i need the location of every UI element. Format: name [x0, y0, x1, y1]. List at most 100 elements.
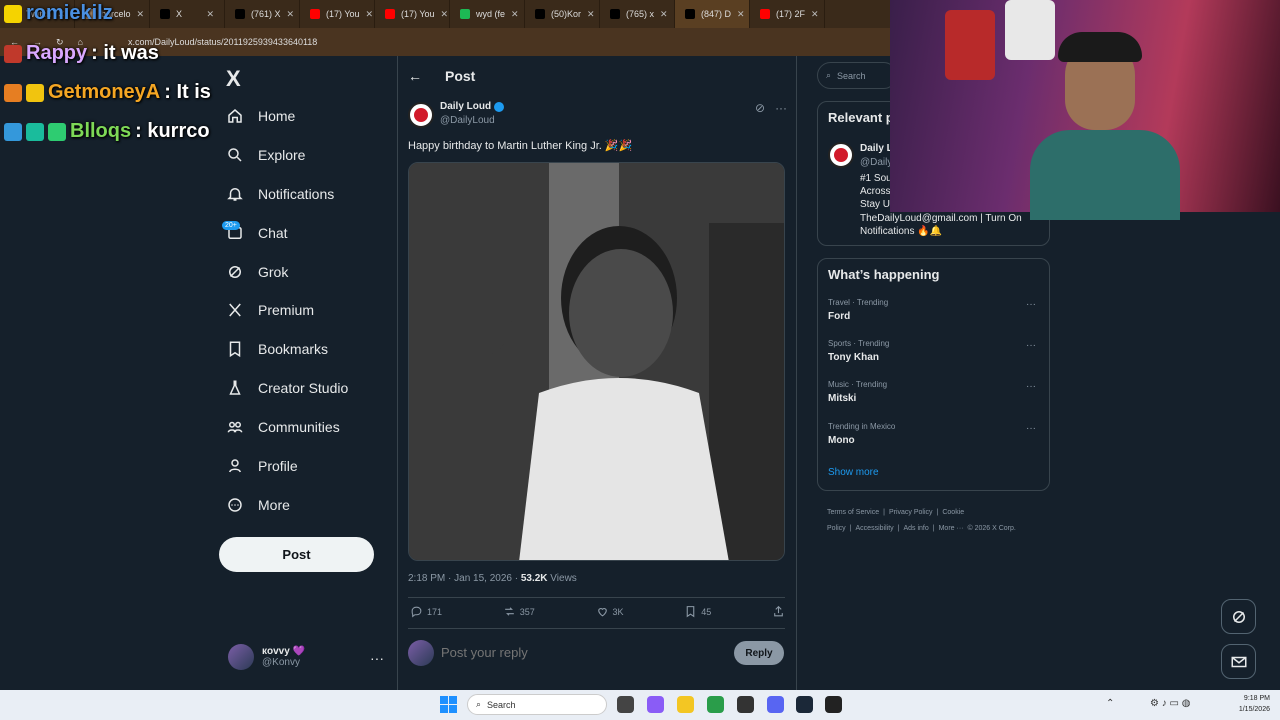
relevant-handle[interactable]: @Daily [860, 157, 892, 168]
repost-action[interactable]: 357 [503, 605, 535, 618]
steam-icon[interactable] [796, 696, 813, 713]
app-icon[interactable] [825, 696, 842, 713]
post-more-icon[interactable]: ··· [775, 101, 787, 115]
chat-badge-icon [48, 122, 66, 141]
share-action[interactable] [772, 605, 785, 618]
chat-message: GetmoneyA: It is [4, 81, 211, 104]
search-input[interactable]: ⌕ Search [817, 62, 897, 89]
verified-icon [494, 101, 505, 112]
bookmark-count: 45 [701, 606, 712, 617]
repost-count: 357 [519, 606, 535, 617]
chat-badge-icon [4, 122, 22, 141]
relevant-bio-2: Across [860, 186, 891, 197]
x-logo[interactable]: X [226, 66, 241, 92]
show-more-link[interactable]: Show more [828, 467, 879, 478]
tab-close-icon[interactable]: ✕ [660, 9, 668, 20]
task-view-icon[interactable] [617, 696, 634, 713]
browser-tab[interactable]: (17) You ✕ [300, 0, 375, 28]
tray-icons[interactable]: ⚙ ♪ ▭ ◍ [1150, 698, 1190, 709]
copilot-icon[interactable] [647, 696, 664, 713]
sidebar-item-grok[interactable]: Grok [226, 260, 288, 284]
back-arrow-icon[interactable]: ← [408, 68, 422, 84]
footer-link[interactable]: More ··· [939, 525, 964, 532]
file-explorer-icon[interactable] [677, 696, 694, 713]
tray-chevron-icon[interactable]: ⌃ [1106, 698, 1114, 709]
tab-close-icon[interactable]: ✕ [366, 9, 374, 20]
trend-name[interactable]: Mono [828, 435, 855, 446]
tab-close-icon[interactable]: ✕ [287, 9, 295, 20]
tab-close-icon[interactable]: ✕ [206, 9, 214, 20]
grok-float-button[interactable] [1221, 599, 1256, 634]
grok-icon[interactable]: ⊘ [755, 101, 765, 115]
browser-tab[interactable]: X ✕ [150, 0, 225, 28]
windows-start-icon[interactable] [440, 696, 457, 713]
footer-link[interactable]: Ads info [903, 525, 928, 532]
trend-more-icon[interactable]: ··· [1026, 340, 1036, 351]
browser-tab[interactable]: (761) X ✕ [225, 0, 300, 28]
chrome-icon[interactable] [707, 696, 724, 713]
like-action[interactable]: 3K [596, 605, 624, 618]
sidebar-item-premium[interactable]: Premium [226, 298, 314, 322]
reply-input[interactable] [441, 645, 721, 660]
browser-tab[interactable]: wyd (fe ✕ [450, 0, 525, 28]
sidebar-item-label: Notifications [258, 186, 335, 202]
browser-tab[interactable]: (765) x ✕ [600, 0, 675, 28]
trend-category[interactable]: Travel · Trending [828, 298, 888, 307]
reply-button[interactable]: Reply [734, 641, 784, 665]
browser-tab[interactable]: (17) You ✕ [375, 0, 450, 28]
tab-close-icon[interactable]: ✕ [511, 9, 519, 20]
trend-category[interactable]: Sports · Trending [828, 339, 889, 348]
trend-category[interactable]: Trending in Mexico [828, 422, 895, 431]
trend-more-icon[interactable]: ··· [1026, 423, 1036, 434]
sidebar-item-more[interactable]: More [226, 493, 290, 517]
taskbar-clock[interactable]: 9:18 PM 1/15/2026 [1226, 693, 1270, 715]
tab-favicon-icon [310, 9, 320, 19]
sidebar-item-explore[interactable]: Explore [226, 143, 305, 167]
discord-icon[interactable] [767, 696, 784, 713]
trend-name[interactable]: Tony Khan [828, 352, 879, 363]
footer-link[interactable]: Privacy Policy [889, 509, 933, 516]
footer-separator: | [897, 525, 900, 532]
trend-more-icon[interactable]: ··· [1026, 299, 1036, 310]
footer-link[interactable]: Terms of Service [827, 509, 879, 516]
footer-links: Terms of Service | Privacy Policy | Cookie P… [827, 505, 1047, 537]
trend-name[interactable]: Ford [828, 311, 850, 322]
footer-link[interactable]: © 2026 X Corp. [967, 525, 1015, 532]
tab-close-icon[interactable]: ✕ [441, 9, 449, 20]
sidebar-item-communities[interactable]: Communities [226, 415, 340, 439]
sidebar-item-notifications[interactable]: Notifications [226, 182, 334, 206]
sidebar-item-bookmarks[interactable]: Bookmarks [226, 337, 328, 361]
reply-action[interactable]: 171 [410, 605, 442, 618]
chat-text: : it was [91, 42, 159, 64]
post-image[interactable] [408, 162, 785, 561]
sidebar-post-button[interactable]: Post [219, 537, 374, 572]
relevant-avatar[interactable] [828, 142, 854, 168]
author-avatar[interactable] [408, 102, 434, 128]
browser-tab[interactable]: (847) D ✕ [675, 0, 750, 28]
trend-category[interactable]: Music · Trending [828, 380, 887, 389]
grok-icon [226, 263, 244, 281]
bookmark-action[interactable]: 45 [684, 605, 711, 618]
share-icon [774, 605, 783, 617]
account-switcher[interactable]: кovvy 💜 @Konvy [228, 644, 305, 670]
taskbar-search[interactable]: ⌕ Search [467, 694, 607, 715]
browser-tab[interactable]: (50)Kor ✕ [525, 0, 600, 28]
sidebar-item-home[interactable]: Home [226, 104, 295, 128]
author-handle[interactable]: @DailyLoud [440, 115, 495, 126]
tab-close-icon[interactable]: ✕ [811, 9, 819, 20]
account-more-icon[interactable]: ··· [370, 650, 384, 666]
browser-tab[interactable]: (17) 2F ✕ [750, 0, 825, 28]
messages-float-button[interactable] [1221, 644, 1256, 679]
tab-close-icon[interactable]: ✕ [587, 9, 595, 20]
sidebar-item-creator-studio[interactable]: Creator Studio [226, 376, 348, 400]
tab-close-icon[interactable]: ✕ [737, 9, 745, 20]
author-name[interactable]: Daily Loud [440, 101, 505, 112]
footer-link[interactable]: Accessibility [856, 525, 894, 532]
trend-more-icon[interactable]: ··· [1026, 381, 1036, 392]
trend-name[interactable]: Mitski [828, 393, 856, 404]
like-count: 3K [612, 606, 624, 617]
sidebar-item-profile[interactable]: Profile [226, 454, 298, 478]
relevant-name[interactable]: Daily L [860, 143, 893, 154]
tab-close-icon[interactable]: ✕ [137, 9, 145, 20]
obs-icon[interactable] [737, 696, 754, 713]
